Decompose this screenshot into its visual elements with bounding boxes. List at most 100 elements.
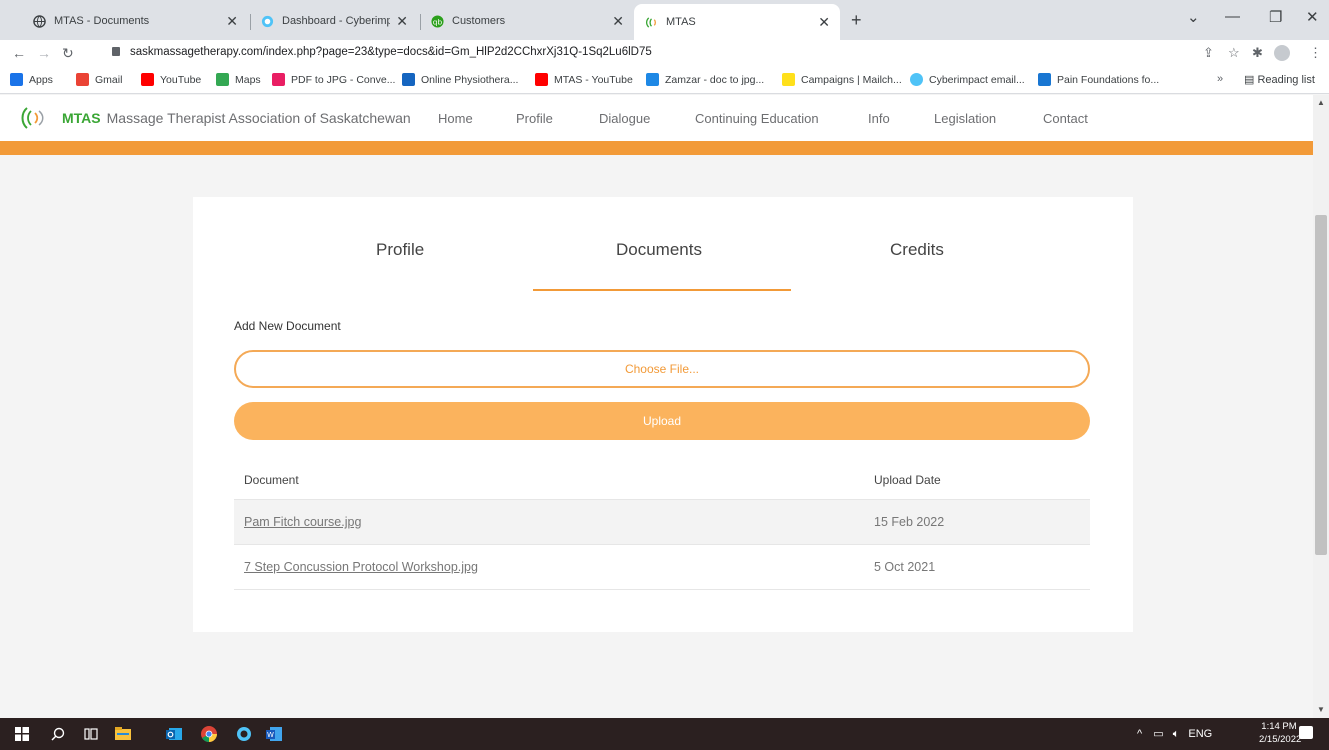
- pdf-to-jpg-icon: [272, 73, 285, 86]
- outlook-icon[interactable]: [164, 724, 184, 744]
- bookmark-mtas-youtube[interactable]: MTAS - YouTube: [535, 73, 633, 86]
- reading-list-button[interactable]: ▤ Reading list: [1244, 73, 1315, 86]
- bookmark-pdf-to-jpg[interactable]: PDF to JPG - Conve...: [272, 73, 395, 86]
- bookmark-star-icon[interactable]: ☆: [1228, 45, 1240, 61]
- bookmark-zamzar[interactable]: Zamzar - doc to jpg...: [646, 73, 764, 86]
- mtas-icon: [644, 15, 658, 29]
- tab-title: MTAS - Documents: [54, 15, 150, 27]
- browser-tab-cyberimpact[interactable]: Dashboard - Cyberimpact ✕: [250, 6, 418, 36]
- bookmark-youtube[interactable]: YouTube: [141, 73, 201, 86]
- close-window-icon[interactable]: ✕: [1306, 8, 1319, 26]
- cyberimpact-icon: [260, 14, 274, 28]
- upload-button[interactable]: Upload: [234, 402, 1090, 440]
- close-tab-icon[interactable]: ✕: [396, 13, 408, 30]
- search-icon[interactable]: [48, 724, 68, 744]
- gmail-icon: [76, 73, 89, 86]
- menu-kebab-icon[interactable]: ⋮: [1309, 45, 1322, 61]
- document-link[interactable]: 7 Step Concussion Protocol Workshop.jpg: [244, 560, 478, 574]
- svg-text:W: W: [267, 731, 274, 739]
- nav-profile[interactable]: Profile: [516, 111, 553, 126]
- bookmark-online-physio[interactable]: Online Physiothera...: [402, 73, 518, 86]
- reload-icon[interactable]: ↻: [62, 45, 74, 62]
- restore-icon[interactable]: ❐: [1269, 8, 1282, 26]
- windows-taskbar: W ^ ▭ 🔈︎ ENG 1:14 PM 2/15/2022: [0, 718, 1329, 750]
- file-explorer-icon[interactable]: [113, 724, 133, 744]
- nav-dialogue[interactable]: Dialogue: [599, 111, 650, 126]
- table-divider: [234, 589, 1090, 590]
- bookmark-maps[interactable]: Maps: [216, 73, 261, 86]
- lock-icon: [112, 47, 120, 56]
- more-bookmarks-button[interactable]: »: [1217, 73, 1223, 85]
- tab-profile[interactable]: Profile: [376, 240, 424, 260]
- browser-tab-mtas-active[interactable]: MTAS ✕: [634, 4, 840, 40]
- mtas-logo-icon[interactable]: [20, 105, 46, 131]
- windows-start-icon[interactable]: [12, 724, 32, 744]
- minimize-icon[interactable]: —: [1225, 8, 1240, 25]
- bookmark-pain-foundations[interactable]: Pain Foundations fo...: [1038, 73, 1159, 86]
- close-tab-icon[interactable]: ✕: [612, 13, 624, 30]
- bookmark-gmail[interactable]: Gmail: [76, 73, 122, 86]
- upload-date: 15 Feb 2022: [874, 515, 945, 529]
- new-tab-button[interactable]: +: [851, 10, 862, 31]
- bookmark-cyberimpact[interactable]: Cyberimpact email...: [910, 73, 1025, 86]
- upload-date: 5 Oct 2021: [874, 560, 936, 574]
- clock-time: 1:14 PM: [1261, 721, 1297, 732]
- bookmarks-bar: Apps Gmail YouTube Maps PDF to JPG - Con…: [0, 68, 1329, 94]
- site-header: MTAS Massage Therapist Association of Sas…: [0, 95, 1329, 141]
- chrome-icon[interactable]: [199, 724, 219, 744]
- scroll-up-icon[interactable]: ▲: [1317, 98, 1325, 107]
- bookmark-apps[interactable]: Apps: [10, 73, 53, 86]
- column-header-upload-date: Upload Date: [874, 473, 941, 487]
- cyberimpact-app-icon[interactable]: [234, 724, 254, 744]
- document-link[interactable]: Pam Fitch course.jpg: [244, 515, 361, 529]
- profile-avatar-icon[interactable]: [1274, 45, 1290, 61]
- browser-tab-customers[interactable]: qb Customers ✕: [420, 6, 634, 36]
- tab-search-icon[interactable]: ⌄: [1187, 8, 1200, 26]
- browser-tab-mtas-documents[interactable]: MTAS - Documents ✕: [22, 6, 248, 36]
- url-field[interactable]: saskmassagetherapy.com/index.php?page=23…: [112, 46, 652, 58]
- quickbooks-icon: qb: [430, 14, 444, 28]
- add-new-document-label: Add New Document: [234, 319, 341, 333]
- site-brand[interactable]: MTAS Massage Therapist Association of Sas…: [62, 110, 411, 126]
- mailchimp-icon: [782, 73, 795, 86]
- extensions-icon[interactable]: ✱: [1252, 45, 1263, 61]
- column-header-document: Document: [244, 473, 299, 487]
- show-hidden-icons-icon[interactable]: ^: [1137, 728, 1142, 740]
- volume-icon[interactable]: 🔈︎: [1173, 728, 1180, 740]
- address-bar: ← → ↻ saskmassagetherapy.com/index.php?p…: [0, 40, 1329, 68]
- share-icon[interactable]: ⇪: [1203, 45, 1214, 61]
- forward-arrow-icon[interactable]: →: [37, 45, 51, 61]
- nav-info[interactable]: Info: [868, 111, 890, 126]
- globe-icon: [32, 14, 46, 28]
- scroll-down-icon[interactable]: ▼: [1317, 705, 1325, 714]
- tab-credits[interactable]: Credits: [890, 240, 944, 260]
- nav-continuing-education[interactable]: Continuing Education: [695, 111, 819, 126]
- maps-icon: [216, 73, 229, 86]
- physio-icon: [402, 73, 415, 86]
- system-tray: ^ ▭ 🔈︎ ENG: [1137, 727, 1212, 741]
- taskbar-clock[interactable]: 1:14 PM 2/15/2022: [1259, 720, 1301, 746]
- brand-short: MTAS: [62, 110, 101, 126]
- word-icon[interactable]: W: [264, 724, 284, 744]
- tab-documents[interactable]: Documents: [616, 240, 702, 260]
- language-indicator[interactable]: ENG: [1188, 728, 1212, 740]
- notification-icon[interactable]: [1299, 726, 1313, 739]
- zamzar-icon: [646, 73, 659, 86]
- tab-title: Customers: [452, 15, 506, 27]
- choose-file-button[interactable]: Choose File...: [234, 350, 1090, 388]
- nav-legislation[interactable]: Legislation: [934, 111, 996, 126]
- pain-foundations-icon: [1038, 73, 1051, 86]
- network-icon[interactable]: ▭: [1153, 728, 1163, 740]
- cyberimpact-icon: [910, 73, 923, 86]
- nav-home[interactable]: Home: [438, 111, 473, 126]
- close-tab-icon[interactable]: ✕: [818, 14, 830, 31]
- task-view-icon[interactable]: [81, 724, 101, 744]
- back-arrow-icon[interactable]: ←: [12, 45, 26, 61]
- reading-list-icon: ▤: [1244, 74, 1258, 86]
- nav-contact[interactable]: Contact: [1043, 111, 1088, 126]
- close-tab-icon[interactable]: ✕: [226, 13, 238, 30]
- page-scrollbar[interactable]: ▲ ▼: [1313, 95, 1329, 718]
- scroll-thumb[interactable]: [1315, 215, 1327, 555]
- bookmark-mailchimp[interactable]: Campaigns | Mailch...: [782, 73, 902, 86]
- apps-grid-icon: [10, 73, 23, 86]
